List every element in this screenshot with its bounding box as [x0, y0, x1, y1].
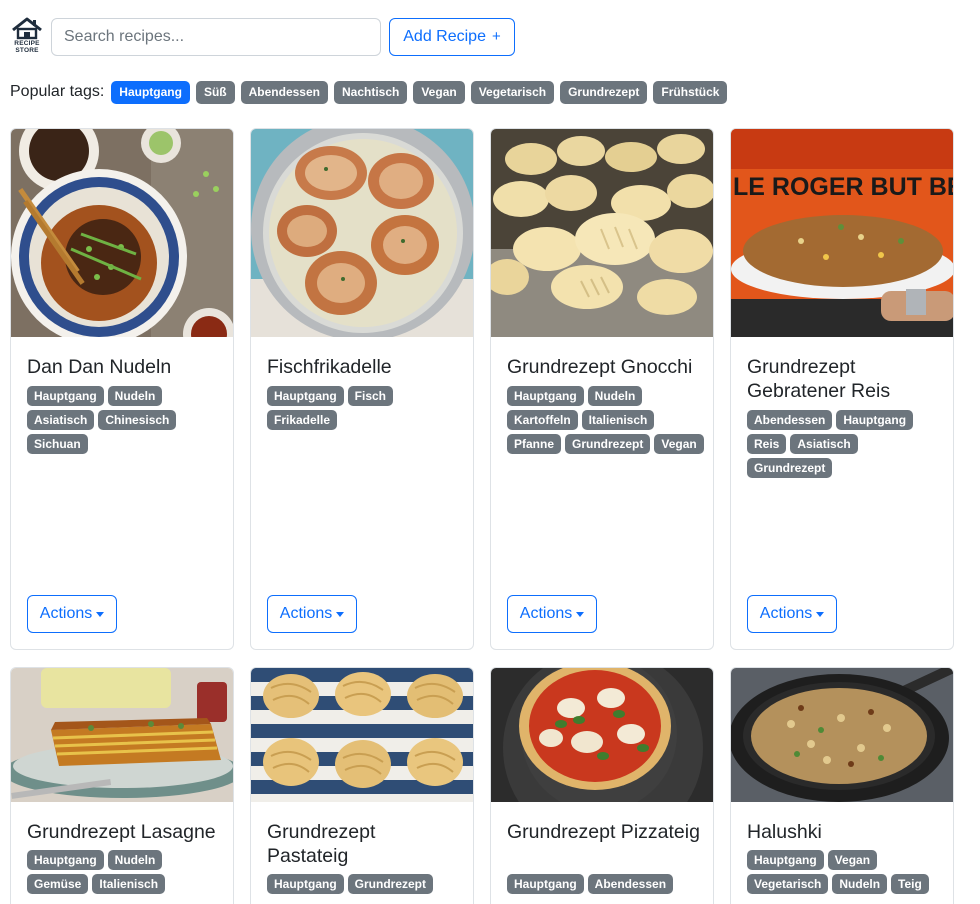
recipe-card[interactable]: Dan Dan Nudeln Hauptgang Nudeln Asiatisc… [10, 128, 234, 650]
recipe-tag[interactable]: Hauptgang [27, 850, 104, 870]
recipe-store-logo[interactable]: RECIPE STORE [10, 17, 44, 57]
recipe-tag[interactable]: Sichuan [27, 434, 88, 454]
recipe-tag[interactable]: Frikadelle [267, 410, 338, 430]
recipe-tag[interactable]: Reis [747, 434, 787, 454]
recipe-image[interactable] [731, 668, 953, 802]
actions-dropdown-button[interactable]: Actions [507, 595, 597, 633]
recipe-tag[interactable]: Chinesisch [98, 410, 177, 430]
popular-tag[interactable]: Nachtisch [333, 80, 408, 104]
recipe-tag[interactable]: Gemüse [27, 874, 89, 894]
recipe-tag[interactable]: Vegetarisch [747, 874, 829, 894]
recipe-tag[interactable]: Grundrezept [747, 458, 833, 478]
recipe-tags: Hauptgang Grundrezept [267, 874, 465, 894]
recipe-title[interactable]: Halushki [747, 820, 941, 844]
popular-tag[interactable]: Frühstück [653, 80, 728, 104]
recipe-tags: Hauptgang Abendessen [507, 874, 705, 894]
actions-dropdown-button[interactable]: Actions [27, 595, 117, 633]
recipe-title[interactable]: Grundrezept Gnocchi [507, 355, 701, 379]
recipe-title[interactable]: Dan Dan Nudeln [27, 355, 221, 379]
caret-down-icon [816, 612, 825, 617]
recipe-tags: Hauptgang Nudeln Kartoffeln Italienisch … [507, 386, 705, 454]
recipe-image[interactable] [251, 129, 473, 337]
recipe-tags: Hauptgang Nudeln Asiatisch Chinesisch Si… [27, 386, 225, 454]
actions-dropdown-button[interactable]: Actions [267, 595, 357, 633]
recipe-tag[interactable]: Vegan [654, 434, 704, 454]
recipe-image[interactable] [11, 668, 233, 802]
recipe-tag[interactable]: Kartoffeln [507, 410, 578, 430]
recipe-card[interactable]: Grundrezept Pizzateig Hauptgang Abendess… [490, 667, 714, 904]
recipe-tags: Hauptgang Fisch Frikadelle [267, 386, 465, 430]
recipe-title[interactable]: Grundrezept Pizzateig [507, 820, 701, 844]
recipe-tag[interactable]: Hauptgang [507, 386, 584, 406]
recipe-tags: Hauptgang Nudeln Gemüse Italienisch [27, 850, 225, 894]
recipe-tag[interactable]: Vegan [827, 850, 878, 870]
recipe-title[interactable]: Grundrezept Gebratener Reis [747, 355, 941, 403]
search-input[interactable] [51, 18, 381, 56]
house-icon [12, 17, 42, 40]
recipe-image[interactable]: LE ROGER BUT BET [731, 129, 953, 337]
recipe-tag[interactable]: Hauptgang [836, 410, 914, 430]
recipe-tags: Abendessen Hauptgang Reis Asiatisch Grun… [747, 410, 945, 478]
plus-icon: + [491, 27, 501, 45]
recipe-image[interactable] [491, 668, 713, 802]
popular-tag[interactable]: Hauptgang [111, 80, 190, 104]
caret-down-icon [576, 612, 585, 617]
recipe-tags: Hauptgang Vegan Vegetarisch Nudeln Teig [747, 850, 945, 894]
recipe-tag[interactable]: Fisch [347, 386, 394, 406]
popular-tags-label: Popular tags: [10, 83, 105, 100]
recipe-card[interactable]: LE ROGER BUT BET Grundrezept Gebratener … [730, 128, 954, 650]
recipe-tag[interactable]: Teig [891, 874, 929, 894]
actions-dropdown-button[interactable]: Actions [747, 595, 837, 633]
recipe-title[interactable]: Grundrezept Pastateig [267, 820, 461, 868]
popular-tag[interactable]: Grundrezept [560, 80, 648, 104]
recipe-image[interactable] [251, 668, 473, 802]
recipe-tag[interactable]: Abendessen [587, 874, 674, 894]
recipe-tag[interactable]: Hauptgang [507, 874, 584, 894]
actions-label: Actions [39, 605, 93, 622]
actions-label: Actions [279, 605, 333, 622]
recipe-tag[interactable]: Hauptgang [267, 386, 344, 406]
recipe-tag[interactable]: Asiatisch [27, 410, 95, 430]
recipe-tag[interactable]: Nudeln [107, 386, 163, 406]
actions-label: Actions [759, 605, 813, 622]
popular-tag[interactable]: Abendessen [240, 80, 328, 104]
recipe-title[interactable]: Grundrezept Lasagne [27, 820, 221, 844]
recipe-tag[interactable]: Nudeln [832, 874, 888, 894]
recipe-tag[interactable]: Nudeln [587, 386, 643, 406]
logo-text-line2: STORE [15, 47, 39, 54]
recipe-tag[interactable]: Italienisch [92, 874, 166, 894]
popular-tag[interactable]: Süß [195, 80, 235, 104]
recipe-card[interactable]: Fischfrikadelle Hauptgang Fisch Frikadel… [250, 128, 474, 650]
recipe-tag[interactable]: Italienisch [581, 410, 655, 430]
recipe-tag[interactable]: Hauptgang [747, 850, 824, 870]
recipe-card[interactable]: Halushki Hauptgang Vegan Vegetarisch Nud… [730, 667, 954, 904]
recipe-tag[interactable]: Hauptgang [27, 386, 104, 406]
popular-tag[interactable]: Vegan [413, 80, 465, 104]
add-recipe-button[interactable]: Add Recipe + [389, 18, 515, 56]
logo-text-line1: RECIPE [14, 40, 40, 47]
recipe-tag[interactable]: Asiatisch [790, 434, 858, 454]
recipe-card[interactable]: Grundrezept Pastateig Hauptgang Grundrez… [250, 667, 474, 904]
recipe-tag[interactable]: Pfanne [507, 434, 562, 454]
recipe-tag[interactable]: Hauptgang [267, 874, 344, 894]
popular-tag[interactable]: Vegetarisch [470, 80, 555, 104]
recipe-image[interactable] [11, 129, 233, 337]
add-recipe-label: Add Recipe [403, 28, 486, 45]
recipe-tag[interactable]: Grundrezept [347, 874, 434, 894]
recipe-card[interactable]: Grundrezept Lasagne Hauptgang Nudeln Gem… [10, 667, 234, 904]
recipe-image[interactable] [491, 129, 713, 337]
recipe-tag[interactable]: Grundrezept [565, 434, 651, 454]
image-banner-text: LE ROGER BUT BET [733, 173, 953, 201]
caret-down-icon [96, 612, 105, 617]
top-bar: RECIPE STORE Add Recipe + [10, 17, 530, 57]
recipe-title[interactable]: Fischfrikadelle [267, 355, 461, 379]
actions-label: Actions [519, 605, 573, 622]
recipe-tag[interactable]: Nudeln [107, 850, 163, 870]
popular-tags-row: Popular tags: Hauptgang Süß Abendessen N… [10, 80, 733, 104]
recipe-card[interactable]: Grundrezept Gnocchi Hauptgang Nudeln Kar… [490, 128, 714, 650]
recipe-tag[interactable]: Abendessen [747, 410, 833, 430]
caret-down-icon [336, 612, 345, 617]
